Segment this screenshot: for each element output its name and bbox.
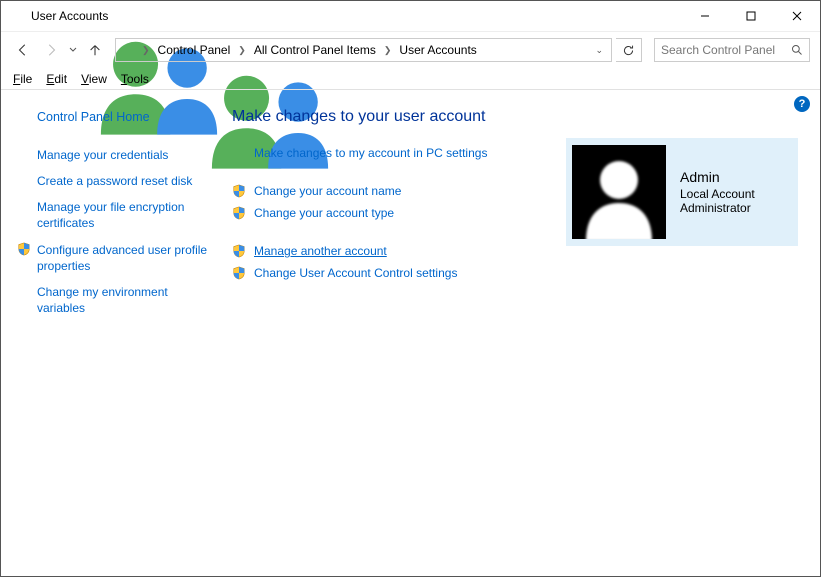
- menu-file[interactable]: File: [13, 72, 32, 86]
- main-panel: Make changes to your user account Make c…: [216, 90, 820, 576]
- address-bar[interactable]: ❯ Control Panel ❯ All Control Panel Item…: [115, 38, 612, 62]
- address-dropdown-icon[interactable]: ⌄: [589, 45, 609, 56]
- shield-icon: [232, 244, 246, 258]
- account-card: Admin Local Account Administrator: [566, 138, 798, 246]
- help-icon[interactable]: ?: [794, 96, 810, 112]
- search-input[interactable]: Search Control Panel: [654, 38, 810, 62]
- account-name: Admin: [680, 169, 755, 185]
- account-role: Administrator: [680, 201, 755, 215]
- page-heading: Make changes to your user account: [232, 108, 804, 126]
- breadcrumb-item[interactable]: All Control Panel Items: [248, 39, 382, 61]
- sidebar-link[interactable]: Manage your file encryption certificates: [19, 194, 208, 236]
- chevron-icon: ❯: [382, 45, 394, 56]
- action-link-label: Manage another account: [254, 244, 387, 258]
- sidebar: Control Panel Home Manage your credentia…: [1, 90, 216, 576]
- breadcrumb-item[interactable]: Control Panel: [152, 39, 237, 61]
- menu-view[interactable]: View: [81, 72, 107, 86]
- shield-icon: [17, 242, 31, 256]
- menu-edit[interactable]: Edit: [46, 72, 67, 86]
- sidebar-link[interactable]: Create a password reset disk: [19, 168, 208, 194]
- chevron-icon: ❯: [236, 45, 248, 56]
- shield-icon: [232, 206, 246, 220]
- app-icon: [9, 8, 25, 24]
- forward-button[interactable]: [39, 38, 63, 62]
- account-type: Local Account: [680, 187, 755, 201]
- location-icon: [120, 42, 136, 58]
- action-link[interactable]: Change User Account Control settings: [232, 262, 804, 284]
- action-link-label: Change User Account Control settings: [254, 266, 457, 280]
- sidebar-link[interactable]: Change my environment variables: [19, 279, 208, 321]
- chevron-icon: ❯: [140, 45, 152, 56]
- action-link-label: Change your account name: [254, 184, 401, 198]
- close-button[interactable]: [774, 1, 820, 31]
- minimize-button[interactable]: [682, 1, 728, 31]
- search-placeholder: Search Control Panel: [661, 43, 775, 57]
- sidebar-link-label: Change my environment variables: [37, 285, 168, 315]
- sidebar-link-label: Create a password reset disk: [37, 174, 192, 188]
- refresh-button[interactable]: [616, 38, 642, 62]
- history-dropdown[interactable]: [67, 46, 79, 54]
- breadcrumb-item[interactable]: User Accounts: [393, 39, 482, 61]
- shield-icon: [232, 266, 246, 280]
- search-icon: [791, 44, 803, 56]
- avatar: [572, 145, 666, 239]
- sidebar-link-label: Configure advanced user profile properti…: [37, 243, 207, 273]
- back-button[interactable]: [11, 38, 35, 62]
- shield-icon: [232, 184, 246, 198]
- control-panel-home-link[interactable]: Control Panel Home: [19, 104, 208, 142]
- sidebar-link[interactable]: Manage your credentials: [19, 142, 208, 168]
- action-link-label: Change your account type: [254, 206, 394, 220]
- maximize-button[interactable]: [728, 1, 774, 31]
- up-button[interactable]: [83, 38, 107, 62]
- sidebar-link-label: Manage your credentials: [37, 148, 168, 162]
- menu-tools[interactable]: Tools: [121, 72, 149, 86]
- sidebar-link-label: Manage your file encryption certificates: [37, 200, 184, 230]
- window-title: User Accounts: [31, 9, 682, 23]
- sidebar-link[interactable]: Configure advanced user profile properti…: [19, 237, 208, 279]
